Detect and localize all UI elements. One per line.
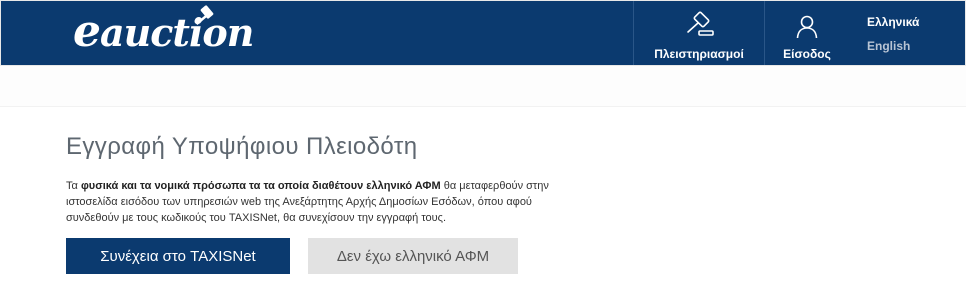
nav-auctions[interactable]: Πλειστηριασμοί [633,1,764,65]
sub-header-strip [0,66,966,107]
gavel-icon [195,5,214,26]
registration-description: Τα φυσικά και τα νομικά πρόσωπα τα τα οπ… [66,180,549,224]
nav-auctions-label: Πλειστηριασμοί [654,47,744,61]
gavel-icon [687,11,714,36]
nav-login[interactable]: Είσοδος [764,1,849,65]
no-greek-afm-button[interactable]: Δεν έχω ελληνικό ΑΦΜ [308,238,518,274]
nav-login-label: Είσοδος [783,47,831,61]
continue-taxisnet-button[interactable]: Συνέχεια στο TAXISNet [66,238,290,274]
page-title: Εγγραφή Υποψήφιου Πλειοδότη [66,133,418,160]
logo-wordmark: eauction [73,6,254,57]
language-greek[interactable]: Ελληνικά [867,15,919,29]
language-english[interactable]: English [867,39,910,53]
eauction-logo[interactable]: eauction [73,5,273,57]
user-icon [796,15,818,39]
top-header: eauction Πλειστηριασμοί Είσοδος Ελληνικά… [0,0,966,66]
